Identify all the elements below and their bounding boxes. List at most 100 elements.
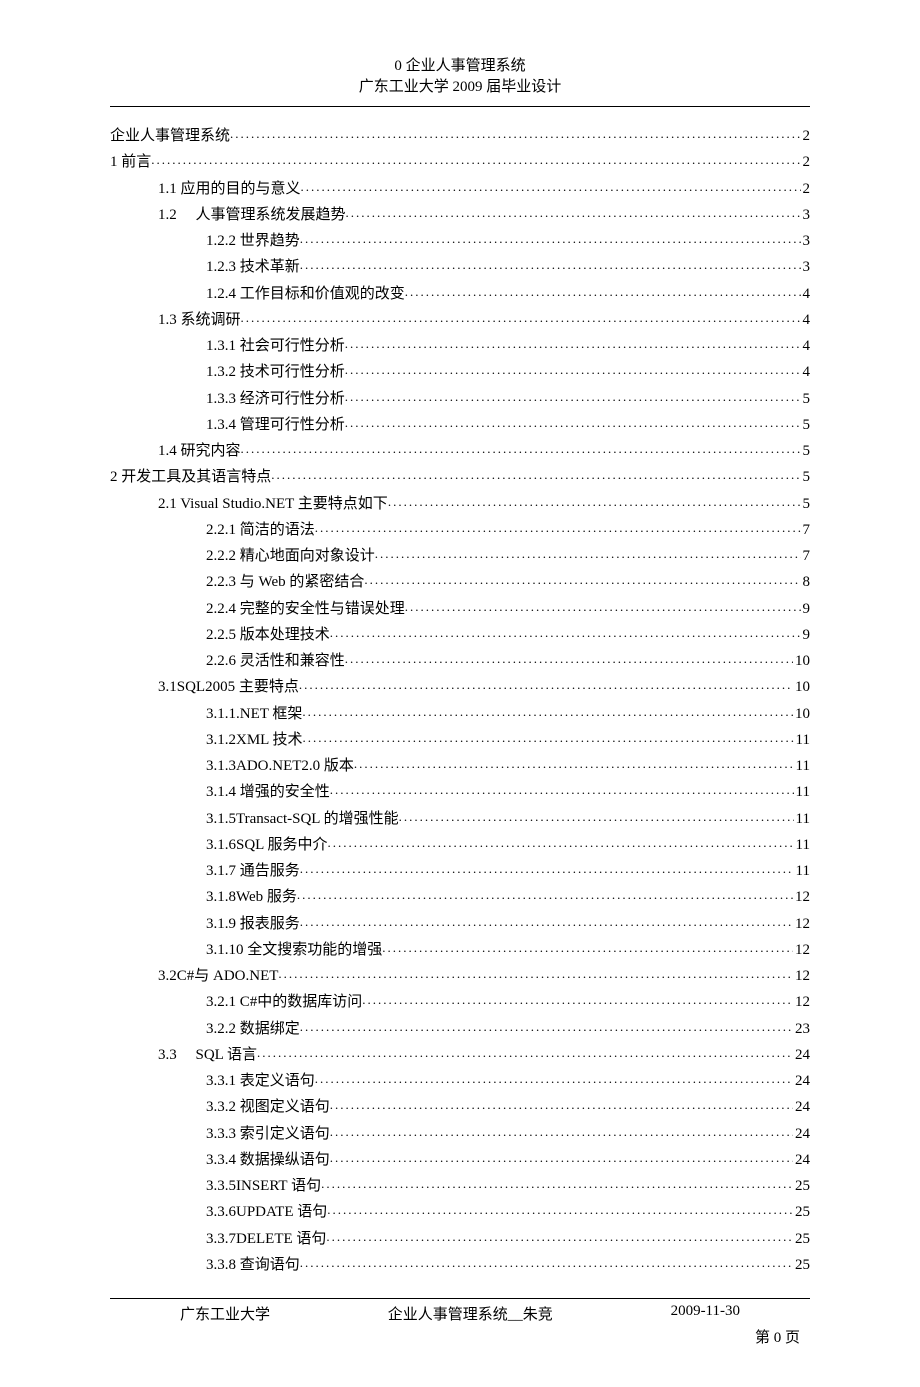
toc-entry[interactable]: 1.3.2 技术可行性分析4 [110,359,810,385]
toc-entry[interactable]: 2.2.1 简洁的语法7 [110,517,810,543]
toc-dots [330,622,801,645]
toc-entry[interactable]: 3.2.2 数据绑定23 [110,1016,810,1042]
toc-entry[interactable]: 3.2.1 C#中的数据库访问 12 [110,989,810,1015]
toc-entry[interactable]: 1 前言2 [110,149,810,175]
toc-entry-page: 25 [793,1252,810,1278]
toc-dots [300,1016,793,1039]
toc-entry[interactable]: 3.3.6UPDATE 语句25 [110,1199,810,1225]
toc-entry[interactable]: 3.3.8 查询语句25 [110,1252,810,1278]
toc-entry-title: 1.3 系统调研 [158,307,241,333]
toc-entry-page: 10 [793,701,810,727]
toc-dots [241,307,801,330]
footer-right: 2009-11-30 [671,1303,740,1324]
toc-entry-page: 11 [794,858,810,884]
toc-entry[interactable]: 3.3.5INSERT 语句25 [110,1173,810,1199]
toc-entry-title: 1.3.4 管理可行性分析 [206,412,345,438]
toc-entry-page: 5 [801,438,811,464]
toc-entry[interactable]: 1.4 研究内容 5 [110,438,810,464]
footer-divider [110,1298,810,1299]
toc-entry[interactable]: 3.1.5Transact-SQL 的增强性能11 [110,806,810,832]
toc-entry[interactable]: 3.3.1 表定义语句 24 [110,1068,810,1094]
toc-entry-page: 25 [793,1226,810,1252]
toc-entry[interactable]: 3.3.7DELETE 语句25 [110,1226,810,1252]
toc-entry-page: 7 [801,543,811,569]
toc-dots [300,858,794,881]
toc-entry[interactable]: 3.2C#与 ADO.NET12 [110,963,810,989]
toc-entry[interactable]: 3.1.9 报表服务 12 [110,911,810,937]
toc-entry-title: 3.3.4 数据操纵语句 [206,1147,330,1173]
toc-entry[interactable]: 3.1.7 通告服务 11 [110,858,810,884]
toc-entry[interactable]: 2.2.5 版本处理技术9 [110,622,810,648]
toc-entry[interactable]: 3.3.4 数据操纵语句24 [110,1147,810,1173]
toc-entry-title: 2.1 Visual Studio.NET 主要特点如下 [158,491,388,517]
toc-dots [315,1068,793,1091]
toc-entry-title: 3.1.2XML 技术 [206,727,303,753]
toc-entry[interactable]: 3.1.8Web 服务12 [110,884,810,910]
toc-entry-title: 3.1SQL2005 主要特点 [158,674,299,700]
toc-entry[interactable]: 3.1.10 全文搜索功能的增强12 [110,937,810,963]
toc-entry-page: 12 [793,911,810,937]
toc-dots [300,1252,793,1275]
toc-entry[interactable]: 1.3.4 管理可行性分析5 [110,412,810,438]
footer-page-number: 第 0 页 [110,1326,810,1347]
toc-dots [303,727,794,750]
toc-entry[interactable]: 2.2.3 与 Web 的紧密结合8 [110,569,810,595]
toc-dots [241,438,801,461]
toc-dots [328,832,794,855]
toc-entry-page: 10 [793,648,810,674]
toc-entry[interactable]: 1.3 系统调研4 [110,307,810,333]
toc-entry[interactable]: 1.2.2 世界趋势3 [110,228,810,254]
toc-entry[interactable]: 2.2.6 灵活性和兼容性10 [110,648,810,674]
toc-entry-page: 11 [794,832,810,858]
toc-entry[interactable]: 3.3.2 视图定义语句24 [110,1094,810,1120]
toc-entry-title: 3.1.7 通告服务 [206,858,300,884]
toc-entry[interactable]: 3.1.3ADO.NET2.0 版本11 [110,753,810,779]
toc-entry[interactable]: 2 开发工具及其语言特点5 [110,464,810,490]
toc-entry[interactable]: 2.1 Visual Studio.NET 主要特点如下5 [110,491,810,517]
toc-entry[interactable]: 1.3.1 社会可行性分析4 [110,333,810,359]
toc-dots [330,1147,793,1170]
toc-entry-title: 3.1.5Transact-SQL 的增强性能 [206,806,399,832]
toc-entry-page: 10 [793,674,810,700]
toc-entry-page: 2 [801,176,811,202]
toc-entry-title: 1.2 人事管理系统发展趋势 [158,202,346,228]
toc-entry[interactable]: 3.1.2XML 技术11 [110,727,810,753]
toc-entry[interactable]: 3.3 SQL 语言24 [110,1042,810,1068]
toc-entry-title: 2.2.1 简洁的语法 [206,517,315,543]
toc-entry-title: 2.2.5 版本处理技术 [206,622,330,648]
toc-dots [364,569,800,592]
toc-dots [330,1121,793,1144]
toc-entry[interactable]: 1.2.3 技术革新3 [110,254,810,280]
toc-dots [300,254,801,277]
toc-entry-page: 12 [793,963,810,989]
toc-entry[interactable]: 3.1.4 增强的安全性11 [110,779,810,805]
toc-entry[interactable]: 2.2.2 精心地面向对象设计7 [110,543,810,569]
toc-entry[interactable]: 1.2 人事管理系统发展趋势3 [110,202,810,228]
header-divider [110,106,810,107]
toc-entry[interactable]: 3.1.6SQL 服务中介11 [110,832,810,858]
toc-entry[interactable]: 3.1.1.NET 框架10 [110,701,810,727]
toc-dots [345,386,801,409]
toc-entry-title: 3.2.1 C#中的数据库访问 [206,989,362,1015]
toc-dots [375,543,801,566]
toc-entry[interactable]: 3.3.3 索引定义语句24 [110,1121,810,1147]
page-header: 0 企业人事管理系统 广东工业大学 2009 届毕业设计 [110,56,810,98]
toc-dots [297,884,793,907]
toc-entry[interactable]: 3.1SQL2005 主要特点 10 [110,674,810,700]
toc-entry-title: 3.3.1 表定义语句 [206,1068,315,1094]
toc-dots [271,464,800,487]
toc-entry-title: 企业人事管理系统 [110,123,230,149]
toc-entry-title: 3.1.4 增强的安全性 [206,779,330,805]
toc-entry-title: 3.1.3ADO.NET2.0 版本 [206,753,354,779]
toc-entry-title: 3.3.2 视图定义语句 [206,1094,330,1120]
toc-entry[interactable]: 1.3.3 经济可行性分析5 [110,386,810,412]
toc-entry[interactable]: 企业人事管理系统2 [110,123,810,149]
toc-entry[interactable]: 1.1 应用的目的与意义2 [110,176,810,202]
document-page: 0 企业人事管理系统 广东工业大学 2009 届毕业设计 企业人事管理系统21 … [0,0,920,1387]
toc-entry[interactable]: 1.2.4 工作目标和价值观的改变4 [110,281,810,307]
toc-entry-title: 1.4 研究内容 [158,438,241,464]
toc-entry-page: 12 [793,989,810,1015]
toc-entry[interactable]: 2.2.4 完整的安全性与错误处理9 [110,596,810,622]
toc-entry-page: 24 [793,1068,810,1094]
toc-entry-title: 3.1.9 报表服务 [206,911,300,937]
